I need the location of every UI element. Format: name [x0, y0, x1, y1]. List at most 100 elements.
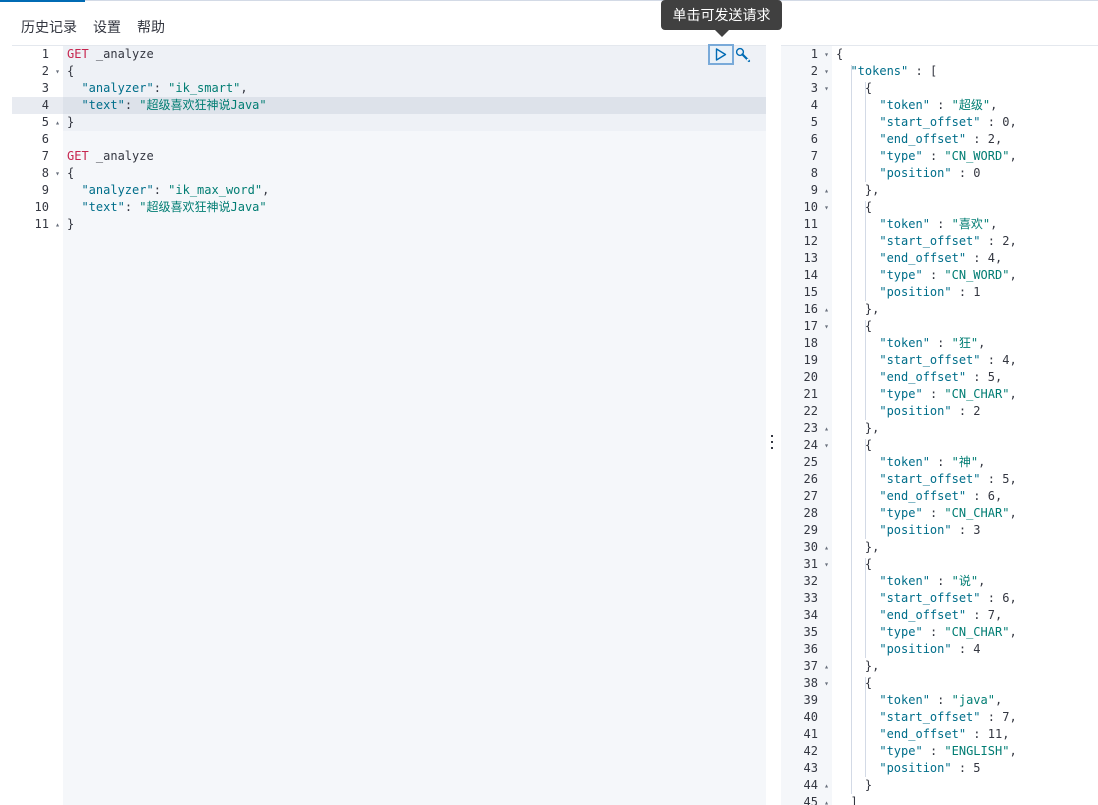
json-number: 0: [973, 166, 981, 180]
fold-toggle-icon[interactable]: ▾: [824, 556, 829, 573]
fold-toggle-icon[interactable]: ▴: [824, 777, 829, 794]
json-number: 11: [987, 727, 1003, 741]
menu-help[interactable]: 帮助: [137, 17, 165, 37]
line-number: 33: [781, 590, 832, 607]
line-number: 30 ▴: [781, 539, 832, 556]
line-number: 22: [781, 403, 832, 420]
line-number-text: 32: [803, 574, 818, 588]
json-key: "position": [879, 523, 952, 537]
json-punct: ,: [994, 693, 1003, 707]
indent-guide: [865, 558, 866, 658]
response-line: "start_offset" : 0,: [832, 114, 1098, 131]
json-punct: ,: [978, 336, 986, 350]
line-number: 24 ▾: [781, 437, 832, 454]
json-separator: :: [922, 268, 945, 282]
line-number-text: 40: [803, 710, 818, 724]
menu-history[interactable]: 历史记录: [21, 17, 77, 37]
line-number-text: 6: [41, 132, 49, 146]
json-punct: ,: [1009, 472, 1017, 486]
fold-toggle-icon[interactable]: ▴: [824, 794, 829, 805]
request-url: _analyze: [88, 149, 154, 163]
request-code[interactable]: GET _analyze{ "analyzer": "ik_smart", "t…: [63, 46, 766, 805]
fold-toggle-icon[interactable]: ▴: [824, 658, 829, 675]
line-number-text: 4: [41, 98, 49, 112]
line-number: 37 ▴: [781, 658, 832, 675]
fold-toggle-icon[interactable]: ▾: [55, 63, 60, 80]
json-number: 5: [987, 370, 995, 384]
fold-toggle-icon[interactable]: ▴: [824, 182, 829, 199]
line-number-text: 29: [803, 523, 818, 537]
json-separator: :: [966, 608, 988, 622]
vertical-dots-icon: [771, 435, 773, 437]
fold-toggle-icon[interactable]: ▾: [824, 675, 829, 692]
json-separator: :: [980, 234, 1003, 248]
json-key: "start_offset": [879, 710, 981, 724]
json-punct: ,: [990, 217, 998, 231]
json-punct: ,: [1009, 506, 1017, 520]
code-line: }: [63, 216, 766, 233]
fold-toggle-icon[interactable]: ▾: [824, 199, 829, 216]
json-separator: :: [966, 727, 988, 741]
json-brace: {: [67, 64, 75, 78]
top-border: [0, 0, 1098, 1]
json-separator: :: [951, 285, 974, 299]
fold-toggle-icon[interactable]: ▾: [824, 80, 829, 97]
line-number-text: 12: [803, 234, 818, 248]
line-number: 45 ▴: [781, 794, 832, 805]
line-number: 19: [781, 352, 832, 369]
json-key: "token": [879, 574, 930, 588]
line-number-text: 35: [803, 625, 818, 639]
run-request-button[interactable]: [708, 44, 734, 65]
fold-toggle-icon[interactable]: ▴: [824, 301, 829, 318]
fold-toggle-icon[interactable]: ▴: [824, 420, 829, 437]
response-line: "start_offset" : 5,: [832, 471, 1098, 488]
response-line: "position" : 5: [832, 760, 1098, 777]
menu-settings[interactable]: 设置: [93, 17, 121, 37]
json-key: "token": [879, 336, 930, 350]
code-line: GET _analyze: [63, 46, 766, 63]
pane-splitter[interactable]: [768, 435, 776, 449]
line-number: 40: [781, 709, 832, 726]
json-punct: ,: [1009, 625, 1017, 639]
code-line: "analyzer": "ik_max_word",: [63, 182, 766, 199]
json-punct: ,: [978, 574, 986, 588]
fold-toggle-icon[interactable]: ▴: [55, 114, 60, 131]
request-editor[interactable]: 1 2 ▾ 3 4 5 ▴ 6 7 8 ▾ 9 10 11 ▴ GET _analyze{ "analyze…: [12, 45, 766, 805]
json-separator: :: [951, 166, 974, 180]
json-number: 5: [973, 761, 981, 775]
fold-toggle-icon[interactable]: ▾: [824, 63, 829, 80]
request-options-button[interactable]: [733, 45, 753, 65]
response-viewer[interactable]: 1 ▾ 2 ▾ 3 ▾ 4 5 6 7 8 9 ▴ 10 ▾ 11 12 13 14 15 16 ▴ 17 ▾ 18 19 20 21…: [781, 45, 1098, 805]
response-line: "type" : "CN_CHAR",: [832, 386, 1098, 403]
json-key: "end_offset": [879, 251, 967, 265]
fold-toggle-icon[interactable]: ▾: [824, 46, 829, 63]
json-punct: ,: [1009, 353, 1017, 367]
json-separator: :: [929, 455, 952, 469]
code-line: {: [63, 165, 766, 182]
line-number-text: 41: [803, 727, 818, 741]
fold-toggle-icon[interactable]: ▴: [55, 216, 60, 233]
response-code[interactable]: { "tokens" : [ { "token" : "超级", "start_…: [832, 46, 1098, 805]
fold-toggle-icon[interactable]: ▴: [824, 539, 829, 556]
line-number-text: 5: [810, 115, 818, 129]
json-punct: ,: [990, 98, 998, 112]
line-number-text: 1: [41, 47, 49, 61]
line-number-text: 9: [41, 183, 49, 197]
json-string: "喜欢": [951, 217, 991, 231]
line-number-text: 7: [41, 149, 49, 163]
line-number-text: 8: [810, 166, 818, 180]
line-number-text: 20: [803, 370, 818, 384]
json-separator: :: [980, 710, 1003, 724]
line-number: 44 ▴: [781, 777, 832, 794]
line-number: 4: [12, 97, 63, 114]
fold-toggle-icon[interactable]: ▾: [824, 318, 829, 335]
response-line: "token" : "说",: [832, 573, 1098, 590]
indent-guide: [851, 65, 852, 794]
fold-toggle-icon[interactable]: ▾: [824, 437, 829, 454]
json-key: "end_offset": [879, 132, 967, 146]
fold-toggle-icon[interactable]: ▾: [55, 165, 60, 182]
json-key: "type": [879, 744, 923, 758]
line-number-text: 9: [810, 183, 818, 197]
line-number-text: 15: [803, 285, 818, 299]
response-line: "token" : "神",: [832, 454, 1098, 471]
